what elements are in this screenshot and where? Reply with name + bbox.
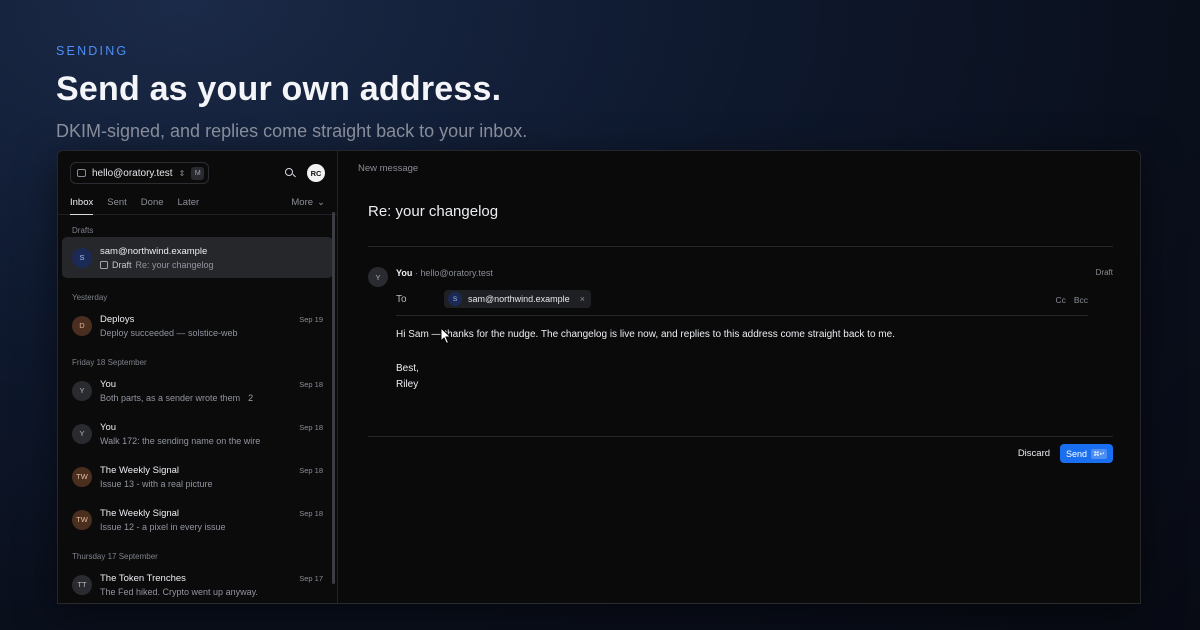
mail-app-window: hello@oratory.test ⇕ M RC Inbox Sent Don… [57, 150, 1141, 604]
send-label: Send [1066, 448, 1088, 459]
compose-pane: New message Re: your changelog Y You · h… [338, 151, 1140, 603]
section-label: Friday 18 September [72, 358, 147, 367]
tab-inbox[interactable]: Inbox [70, 191, 94, 215]
tab-done[interactable]: Done [141, 191, 164, 215]
sidebar: hello@oratory.test ⇕ M RC Inbox Sent Don… [58, 151, 338, 603]
avatar: S [448, 292, 462, 306]
item-subject: Walk 172: the sending name on the wire [100, 435, 261, 446]
from-name: You [396, 268, 413, 278]
list-item[interactable]: TT The Token Trenches Sep 17 The Fed hike… [62, 563, 333, 603]
recipient-address: sam@northwind.example [468, 294, 570, 304]
headline: Send as your own address. [56, 70, 502, 108]
item-date: Sep 17 [299, 573, 323, 583]
item-subject: Re: your changelog [135, 259, 214, 270]
avatar: TW [72, 509, 92, 530]
list-item[interactable]: TW The Weekly Signal Sep 18 Issue 13 - wi… [62, 455, 333, 498]
chevron-updown-icon: ⇕ [178, 168, 186, 178]
avatar: Y [368, 267, 388, 287]
list-item[interactable]: TW The Weekly Signal Sep 18 Issue 12 - a … [62, 498, 333, 541]
mailbox-tabs: Inbox Sent Done Later More ⌄ [58, 191, 337, 215]
avatar: Y [72, 423, 92, 444]
list-item[interactable]: D Deploys Sep 19 Deploy succeeded — solst… [62, 304, 333, 347]
eyebrow: SENDING [56, 44, 129, 58]
list-item[interactable]: S sam@northwind.example Draft Re: your ch… [62, 237, 333, 278]
item-date: Sep 18 [299, 422, 323, 432]
search-icon[interactable] [284, 167, 296, 179]
user-avatar[interactable]: RC [307, 164, 325, 182]
draft-tag: Draft [112, 259, 132, 270]
from-address: · hello@oratory.test [414, 268, 493, 278]
more-menu[interactable]: More ⌄ [291, 191, 325, 215]
item-sender: Deploys [100, 313, 135, 325]
divider [396, 315, 1088, 316]
avatar: TW [72, 466, 92, 487]
message-body[interactable]: Hi Sam — thanks for the nudge. The chang… [396, 327, 895, 394]
section-label: Thursday 17 September [72, 552, 158, 561]
subject-field[interactable]: Re: your changelog [368, 203, 498, 220]
item-sender: You [100, 378, 117, 390]
list-item[interactable]: Y You Sep 18 Walk 172: the sending name o… [62, 412, 333, 455]
cc-button[interactable]: Cc [1055, 295, 1065, 305]
item-subject: Issue 12 - a pixel in every issue [100, 521, 226, 532]
edit-icon [100, 260, 108, 269]
close-icon[interactable]: × [580, 294, 585, 304]
send-shortcut-kbd: ⌘↵ [1091, 448, 1107, 459]
item-date: Sep 18 [299, 379, 323, 389]
thread-count: 2 [248, 392, 254, 403]
item-subject: The Fed hiked. Crypto went up anyway. [100, 586, 258, 597]
body-line: Hi Sam — thanks for the nudge. The chang… [396, 329, 895, 340]
item-subject: Issue 13 - with a real picture [100, 478, 213, 489]
status-badge: Draft [1095, 268, 1113, 277]
account-switcher[interactable]: hello@oratory.test ⇕ M [70, 162, 210, 184]
more-label: More [291, 197, 314, 208]
chevron-down-icon: ⌄ [317, 197, 325, 208]
divider [368, 436, 1113, 437]
compose-actions: Discard Send ⌘↵ [1018, 444, 1113, 463]
body-line: Best, [396, 362, 419, 374]
scrollbar[interactable] [332, 212, 335, 584]
item-date: Sep 19 [299, 314, 323, 324]
divider [368, 246, 1113, 247]
item-sender: You [100, 421, 117, 433]
item-subject: Deploy succeeded — solstice-web [100, 327, 238, 338]
recipient-chip[interactable]: S sam@northwind.example × [444, 290, 591, 308]
avatar: Y [72, 380, 92, 401]
item-sender: sam@northwind.example [100, 245, 208, 257]
item-date: Sep 18 [299, 465, 323, 475]
inbox-icon [77, 169, 86, 177]
item-sender: The Weekly Signal [100, 507, 180, 519]
compose-header: New message [358, 163, 419, 174]
list-item[interactable]: Y You Sep 18 Both parts, as a sender wrot… [62, 369, 333, 412]
message-list: Drafts S sam@northwind.example Draft Re: … [58, 215, 337, 603]
to-label: To [396, 294, 407, 305]
account-row: hello@oratory.test ⇕ M RC [58, 151, 337, 187]
divider [64, 603, 1136, 604]
cc-bcc-toggles: Cc Bcc [1055, 295, 1088, 305]
section-label: Yesterday [72, 293, 108, 302]
item-sender: The Token Trenches [100, 572, 186, 584]
body-line: Riley [396, 379, 419, 390]
hero: SENDING Send as your own address. DKIM-s… [56, 44, 527, 142]
send-button[interactable]: Send ⌘↵ [1060, 444, 1113, 463]
item-subject: Both parts, as a sender wrote them [100, 392, 241, 403]
item-date: Sep 18 [299, 508, 323, 518]
item-sender: The Weekly Signal [100, 464, 180, 476]
subline: DKIM-signed, and replies come straight b… [56, 121, 528, 141]
tab-later[interactable]: Later [178, 191, 200, 215]
tab-sent[interactable]: Sent [107, 191, 127, 215]
avatar: S [72, 247, 92, 268]
discard-button[interactable]: Discard [1018, 448, 1050, 459]
account-email: hello@oratory.test [92, 167, 173, 179]
from-line: You · hello@oratory.test [396, 268, 493, 278]
bcc-button[interactable]: Bcc [1074, 295, 1088, 305]
avatar: D [72, 315, 92, 336]
section-label: Drafts [72, 226, 94, 235]
account-shortcut-kbd: M [191, 166, 205, 180]
avatar: TT [72, 574, 92, 595]
